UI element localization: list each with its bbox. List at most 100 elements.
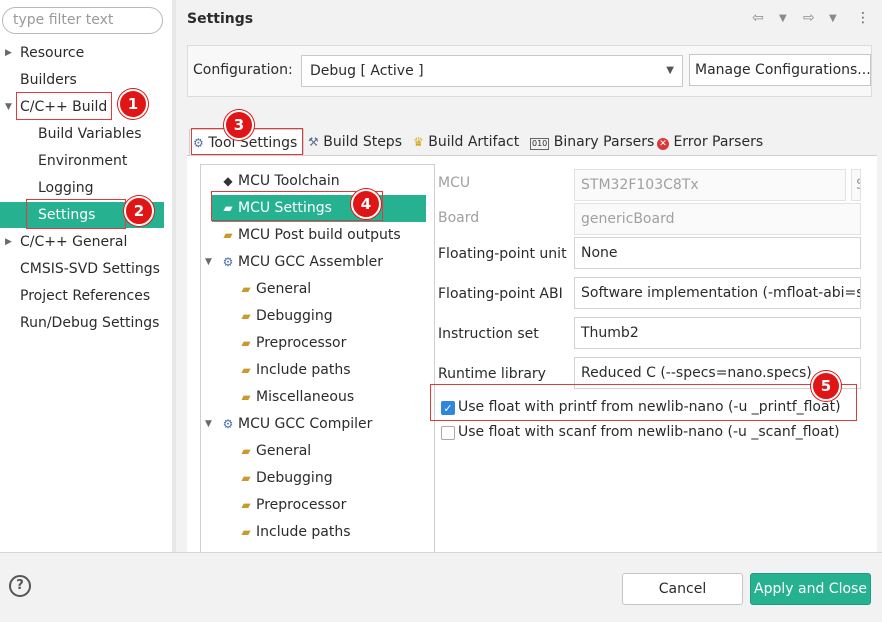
- annotation-box: [16, 92, 112, 120]
- scanf-float-label: Use float with scanf from newlib-nano (-…: [458, 424, 840, 440]
- folder-gear-icon: ▰: [241, 498, 251, 512]
- tree-item-logging[interactable]: Logging: [38, 175, 94, 201]
- configuration-select[interactable]: Debug [ Active ] ▼: [301, 55, 683, 87]
- fpabi-select[interactable]: Software implementation (-mfloat-abi=sof: [574, 277, 861, 309]
- page-title: Settings: [187, 11, 254, 27]
- tool-tree-label: MCU GCC Compiler: [238, 416, 373, 432]
- folder-gear-icon: ▰: [241, 282, 251, 296]
- tab-error-parsers[interactable]: ✕ Error Parsers: [657, 129, 763, 156]
- tool-tree-item[interactable]: ▰ Debugging: [238, 303, 333, 330]
- more-icon[interactable]: ⋮: [856, 10, 870, 26]
- board-field: genericBoard: [574, 203, 861, 235]
- tool-tree-label: Debugging: [256, 308, 333, 324]
- mcu-select-button: S: [851, 169, 861, 201]
- annotation-badge: 3: [224, 110, 254, 140]
- mcu-field: STM32F103C8Tx: [574, 169, 846, 201]
- tool-tree-item[interactable]: ▰ Preprocessor: [238, 492, 346, 519]
- tree-item-resource[interactable]: Resource: [20, 40, 84, 66]
- annotation-badge: 1: [118, 89, 148, 119]
- tree-item-project-references[interactable]: Project References: [20, 283, 150, 309]
- tool-tree-label: General: [256, 281, 312, 297]
- tool-tree-label: Preprocessor: [256, 335, 347, 351]
- chevron-down-icon[interactable]: ▼: [5, 94, 12, 120]
- tool-tree-label: Include paths: [256, 524, 351, 540]
- annotation-badge: 2: [124, 196, 154, 226]
- annotation-badge: 5: [811, 371, 841, 401]
- tool-tree-item[interactable]: ⚙ MCU GCC Assembler: [220, 249, 383, 276]
- chevron-down-icon[interactable]: ▼: [205, 411, 212, 438]
- folder-gear-icon: ▰: [241, 309, 251, 323]
- configuration-label: Configuration:: [193, 62, 293, 78]
- annotation-box: [430, 384, 857, 421]
- runtime-library-label: Runtime library: [438, 366, 546, 382]
- fpu-select[interactable]: None: [574, 237, 861, 269]
- annotation-box: [26, 199, 126, 229]
- hammer-icon: ⚒: [308, 135, 319, 149]
- tab-label: Build Artifact: [428, 134, 520, 150]
- help-icon[interactable]: ?: [9, 575, 31, 597]
- gear-icon: ⚙: [222, 417, 234, 431]
- tool-tree-item[interactable]: ▰ Debugging: [238, 465, 333, 492]
- error-icon: ✕: [657, 138, 669, 150]
- panel-divider[interactable]: [172, 0, 176, 552]
- tree-item-cmsis-svd-settings[interactable]: CMSIS-SVD Settings: [20, 256, 160, 282]
- binary-icon: 010: [530, 138, 550, 150]
- chevron-right-icon[interactable]: ▶: [5, 229, 12, 255]
- trophy-icon: ♛: [413, 135, 424, 149]
- tool-tree-item[interactable]: ▰ General: [238, 438, 311, 465]
- tool-tree-label: Preprocessor: [256, 497, 347, 513]
- fpabi-label: Floating-point ABI: [438, 286, 563, 302]
- folder-gear-icon: ▰: [223, 228, 233, 242]
- tool-tree-label: MCU GCC Assembler: [238, 254, 383, 270]
- chevron-down-icon: ▼: [666, 65, 674, 76]
- tool-tree-label: Miscellaneous: [256, 389, 355, 405]
- tab-build-artifact[interactable]: ♛ Build Artifact: [413, 129, 519, 156]
- tool-tree-item[interactable]: ▰ Include paths: [238, 357, 351, 384]
- forward-dropdown-icon[interactable]: ▼: [829, 13, 837, 24]
- back-arrow-icon[interactable]: ⇦: [752, 10, 764, 26]
- cancel-button[interactable]: Cancel: [622, 573, 743, 605]
- gear-icon: ⚙: [222, 255, 234, 269]
- tree-item-c-c-general[interactable]: C/C++ General: [20, 229, 127, 255]
- tool-tree-item[interactable]: ▰ General: [238, 276, 311, 303]
- folder-gear-icon: ▰: [241, 390, 251, 404]
- folder-gear-icon: ▰: [241, 525, 251, 539]
- instruction-set-select[interactable]: Thumb2: [574, 317, 861, 349]
- tool-tree-label: Debugging: [256, 470, 333, 486]
- instruction-set-label: Instruction set: [438, 326, 539, 342]
- filter-input[interactable]: type filter text: [2, 7, 163, 34]
- folder-gear-icon: ▰: [241, 471, 251, 485]
- mcu-label: MCU: [438, 175, 471, 191]
- chevron-right-icon[interactable]: ▶: [5, 40, 12, 66]
- tool-tree-label: MCU Post build outputs: [238, 227, 401, 243]
- back-dropdown-icon[interactable]: ▼: [779, 13, 787, 24]
- tab-build-steps[interactable]: ⚒ Build Steps: [308, 129, 402, 156]
- apply-and-close-button[interactable]: Apply and Close: [750, 573, 871, 605]
- tool-tree-item[interactable]: ▰ Preprocessor: [238, 330, 346, 357]
- folder-gear-icon: ▰: [241, 363, 251, 377]
- chevron-down-icon[interactable]: ▼: [205, 249, 212, 276]
- tool-tree-label: Include paths: [256, 362, 351, 378]
- tab-label: Binary Parsers: [553, 134, 655, 150]
- tool-tree-item[interactable]: ⚙ MCU GCC Compiler: [220, 411, 373, 438]
- tool-tree-label: General: [256, 443, 312, 459]
- configuration-value: Debug [ Active ]: [310, 63, 424, 79]
- tool-tree-label: MCU Toolchain: [238, 173, 340, 189]
- tool-tree-item[interactable]: ▰ Miscellaneous: [238, 384, 354, 411]
- tree-item-run-debug-settings[interactable]: Run/Debug Settings: [20, 310, 159, 336]
- tree-item-environment[interactable]: Environment: [38, 148, 127, 174]
- footer-divider: [0, 552, 882, 553]
- forward-arrow-icon[interactable]: ⇨: [803, 10, 815, 26]
- folder-gear-icon: ▰: [241, 444, 251, 458]
- annotation-badge: 4: [351, 189, 381, 219]
- board-label: Board: [438, 210, 480, 226]
- tool-tree-item[interactable]: ▰ Include paths: [238, 519, 351, 546]
- tab-label: Error Parsers: [673, 134, 764, 150]
- scanf-float-checkbox[interactable]: [441, 426, 455, 440]
- folder-gear-icon: ▰: [241, 336, 251, 350]
- manage-configurations-button[interactable]: Manage Configurations...: [689, 54, 871, 86]
- tool-tree-item[interactable]: ▰ MCU Post build outputs: [220, 222, 401, 249]
- tree-item-builders[interactable]: Builders: [20, 67, 77, 93]
- tab-binary-parsers[interactable]: 010 Binary Parsers: [530, 129, 654, 156]
- tree-item-build-variables[interactable]: Build Variables: [38, 121, 142, 147]
